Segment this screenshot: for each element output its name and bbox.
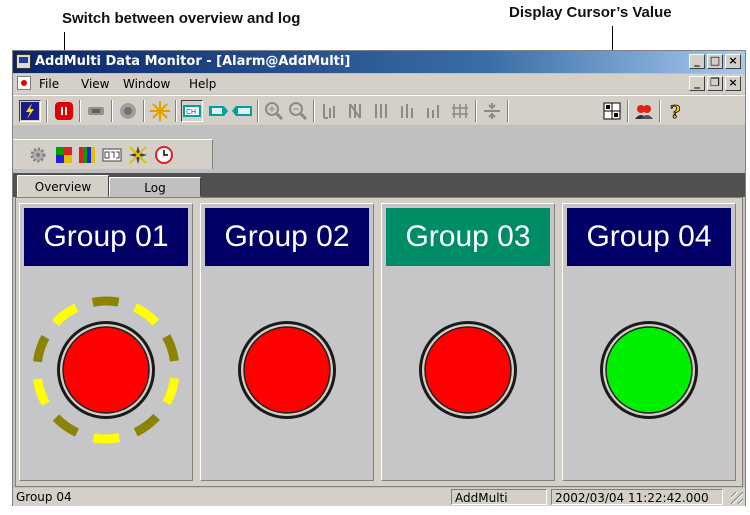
menu-help[interactable]: Help — [189, 77, 216, 91]
clock-icon[interactable] — [153, 144, 175, 166]
cursor-value-icon[interactable] — [601, 100, 623, 122]
menu-window[interactable]: Window — [123, 77, 170, 91]
window-title: AddMulti Data Monitor - [Alarm@AddMulti] — [35, 54, 351, 69]
svg-text:?: ? — [670, 102, 681, 122]
color-bars-icon[interactable] — [77, 144, 99, 166]
toolbar-separator — [111, 100, 113, 122]
toolbar-separator — [143, 100, 145, 122]
center-line-icon[interactable] — [481, 100, 503, 122]
zoom-out-icon[interactable] — [287, 100, 309, 122]
group-01-alarm-lamp — [33, 296, 179, 444]
app-window: AddMulti Data Monitor - [Alarm@AddMulti]… — [12, 50, 746, 506]
close-button[interactable]: × — [725, 54, 741, 69]
alarm-ring-segment — [133, 413, 160, 437]
stop-icon[interactable] — [53, 100, 75, 122]
callout-tabs: Switch between overview and log — [62, 10, 301, 27]
child-restore-button[interactable]: ❐ — [707, 76, 723, 91]
child-window-controls: _ ❐ × — [689, 76, 741, 91]
toolbar-separator — [627, 100, 629, 122]
alarm-lightning-icon[interactable] — [19, 100, 41, 122]
group-panel-02[interactable]: Group 02 — [200, 203, 374, 481]
title-bar[interactable]: AddMulti Data Monitor - [Alarm@AddMulti]… — [13, 51, 745, 73]
alarm-ring-segment — [33, 378, 50, 406]
app-monitor-icon[interactable] — [16, 54, 31, 69]
toolbar-separator — [175, 100, 177, 122]
color-grid-icon[interactable] — [53, 144, 75, 166]
bar-scale-5-icon[interactable] — [423, 100, 445, 122]
tab-log[interactable]: Log — [109, 177, 201, 197]
group-header-04: Group 04 — [567, 208, 731, 266]
tag-comment-icon[interactable] — [231, 100, 253, 122]
group-panel-01[interactable]: Group 01 — [19, 203, 193, 481]
toolbar-separator — [46, 100, 48, 122]
group-panel-04[interactable]: Group 04 — [562, 203, 736, 481]
callout-cursor-value: Display Cursor’s Value — [509, 4, 672, 21]
menu-view[interactable]: View — [81, 77, 109, 91]
group-03-alarm-lamp — [419, 321, 517, 419]
toolbar-separator — [475, 100, 477, 122]
pause-icon[interactable] — [85, 100, 107, 122]
group-header-03: Group 03 — [386, 208, 550, 266]
zoom-in-icon[interactable] — [263, 100, 285, 122]
star-icon[interactable] — [127, 144, 149, 166]
bar-scale-3-icon[interactable] — [371, 100, 393, 122]
child-close-button[interactable]: × — [725, 76, 741, 91]
document-icon[interactable] — [17, 76, 31, 90]
child-minimize-button[interactable]: _ — [689, 76, 705, 91]
status-bar: Group 04 AddMulti 2002/03/04 11:22:42.00… — [13, 488, 745, 506]
users-icon[interactable] — [633, 100, 655, 122]
maximize-button[interactable]: □ — [707, 54, 723, 69]
status-source: AddMulti — [451, 489, 547, 505]
menu-file[interactable]: File — [39, 77, 59, 91]
record-icon[interactable] — [117, 100, 139, 122]
alarm-ring-segment — [132, 303, 160, 326]
group-panel-03[interactable]: Group 03 — [381, 203, 555, 481]
group-04-alarm-lamp — [600, 321, 698, 419]
bar-scale-6-icon[interactable] — [449, 100, 471, 122]
tag-icon[interactable] — [207, 100, 229, 122]
bar-scale-2-icon[interactable] — [345, 100, 367, 122]
toolbar-separator — [507, 100, 509, 122]
group-02-alarm-lamp — [238, 321, 336, 419]
alarm-ring-segment — [52, 414, 80, 437]
digital-display-icon[interactable] — [101, 144, 123, 166]
group-header-01: Group 01 — [24, 208, 188, 266]
toolbar-separator — [79, 100, 81, 122]
status-group: Group 04 — [16, 490, 72, 504]
window-controls: _ □ × — [689, 54, 741, 69]
bar-scale-1-icon[interactable] — [319, 100, 341, 122]
menu-bar: File View Window Help _ ❐ × — [13, 74, 745, 94]
help-icon[interactable]: ? — [665, 100, 687, 124]
toolbar-separator — [313, 100, 315, 122]
main-toolbar: CH ? — [13, 95, 745, 125]
alarm-ring-segment — [33, 334, 50, 363]
alarm-ring-segment — [162, 334, 179, 362]
channel-icon[interactable]: CH — [181, 100, 203, 122]
sparkle-icon[interactable] — [149, 100, 171, 122]
alarm-ring-segment — [91, 296, 120, 307]
resize-grip-icon[interactable] — [731, 492, 743, 504]
tab-strip: Overview Log — [13, 173, 745, 197]
svg-text:CH: CH — [186, 108, 196, 116]
toolbar-separator — [257, 100, 259, 122]
settings-gear-icon[interactable] — [27, 144, 49, 166]
toolbar-separator — [659, 100, 661, 122]
alarm-ring-segment — [92, 433, 121, 444]
overview-panel: Group 01 Group 02 Group 03 Group 04 — [15, 197, 743, 487]
group-header-02: Group 02 — [205, 208, 369, 266]
alarm-ring-segment — [162, 377, 179, 406]
bar-scale-4-icon[interactable] — [397, 100, 419, 122]
secondary-toolbar — [13, 139, 213, 169]
alarm-ring-segment — [52, 303, 79, 327]
minimize-button[interactable]: _ — [689, 54, 705, 69]
status-timestamp: 2002/03/04 11:22:42.000 — [551, 489, 723, 505]
tab-overview[interactable]: Overview — [17, 175, 109, 197]
